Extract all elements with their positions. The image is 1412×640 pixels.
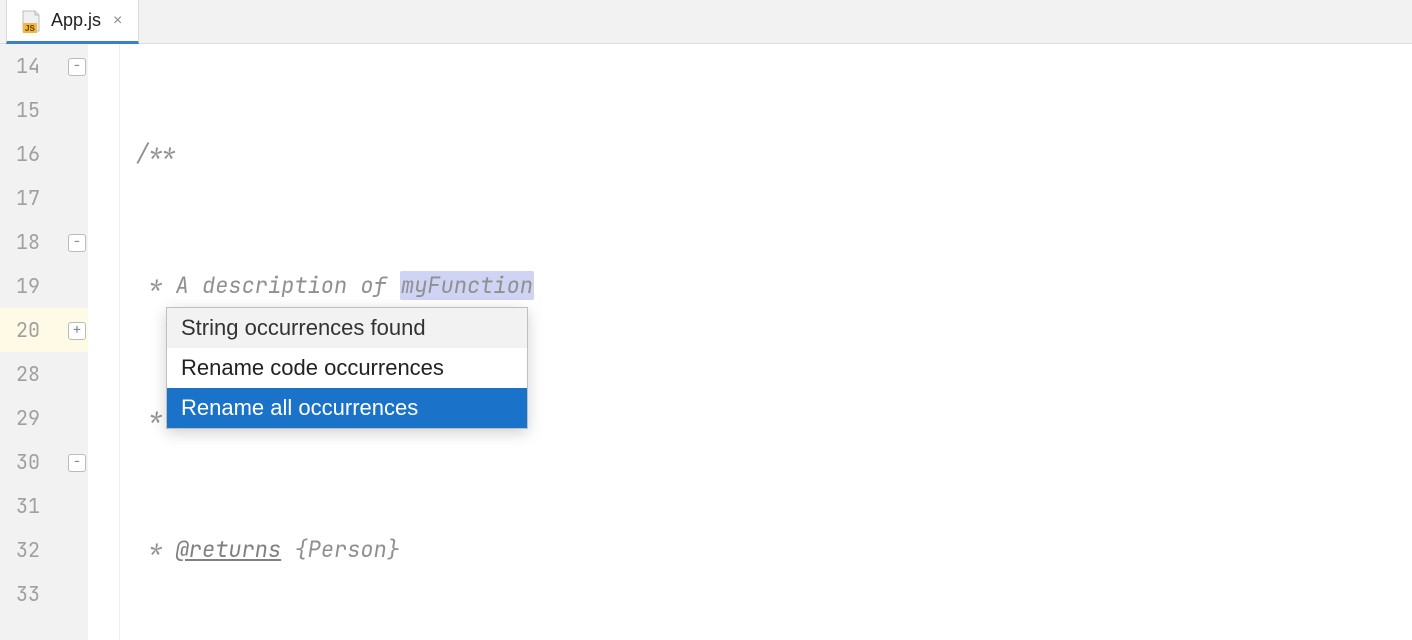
menu-item-rename-code[interactable]: Rename code occurrences bbox=[167, 348, 527, 388]
close-icon[interactable]: × bbox=[109, 12, 126, 30]
jsdoc-open: /** bbox=[136, 139, 176, 168]
jsdoc-prefix: * bbox=[136, 535, 176, 564]
code-line: /** bbox=[120, 132, 1412, 176]
jsdoc-returns-tag: @returns bbox=[176, 535, 282, 564]
js-file-icon: JS bbox=[19, 9, 43, 33]
context-menu-header: String occurrences found bbox=[167, 308, 527, 348]
symbol-usage: myFunction bbox=[400, 271, 534, 300]
line-number: 29 bbox=[0, 396, 88, 440]
line-number: 17 bbox=[0, 176, 88, 220]
fold-column bbox=[88, 44, 120, 640]
editor-tab[interactable]: JS App.js × bbox=[6, 0, 139, 44]
code-line: * @returns {Person} bbox=[120, 528, 1412, 572]
jsdoc-desc-prefix: * A description of bbox=[136, 271, 400, 300]
tab-bar: JS App.js × bbox=[0, 0, 1412, 44]
line-number: 19 bbox=[0, 264, 88, 308]
fold-toggle-icon[interactable] bbox=[68, 454, 86, 472]
fold-toggle-icon[interactable] bbox=[68, 58, 86, 76]
fold-toggle-icon[interactable] bbox=[68, 322, 86, 340]
tab-filename: App.js bbox=[51, 10, 101, 31]
line-number: 32 bbox=[0, 528, 88, 572]
line-number: 28 bbox=[0, 352, 88, 396]
fold-toggle-icon[interactable] bbox=[68, 234, 86, 252]
line-number: 33 bbox=[0, 572, 88, 616]
line-number: 31 bbox=[0, 484, 88, 528]
line-number: 15 bbox=[0, 88, 88, 132]
svg-text:JS: JS bbox=[25, 24, 35, 33]
rename-context-menu: String occurrences found Rename code occ… bbox=[166, 307, 528, 429]
line-number: 16 bbox=[0, 132, 88, 176]
jsdoc-returns-type: {Person} bbox=[281, 535, 400, 564]
code-line: * A description of myFunction bbox=[120, 264, 1412, 308]
menu-item-rename-all[interactable]: Rename all occurrences bbox=[167, 388, 527, 428]
line-number-gutter: 14 15 16 17 18 19 20 28 29 30 31 32 33 bbox=[0, 44, 88, 640]
